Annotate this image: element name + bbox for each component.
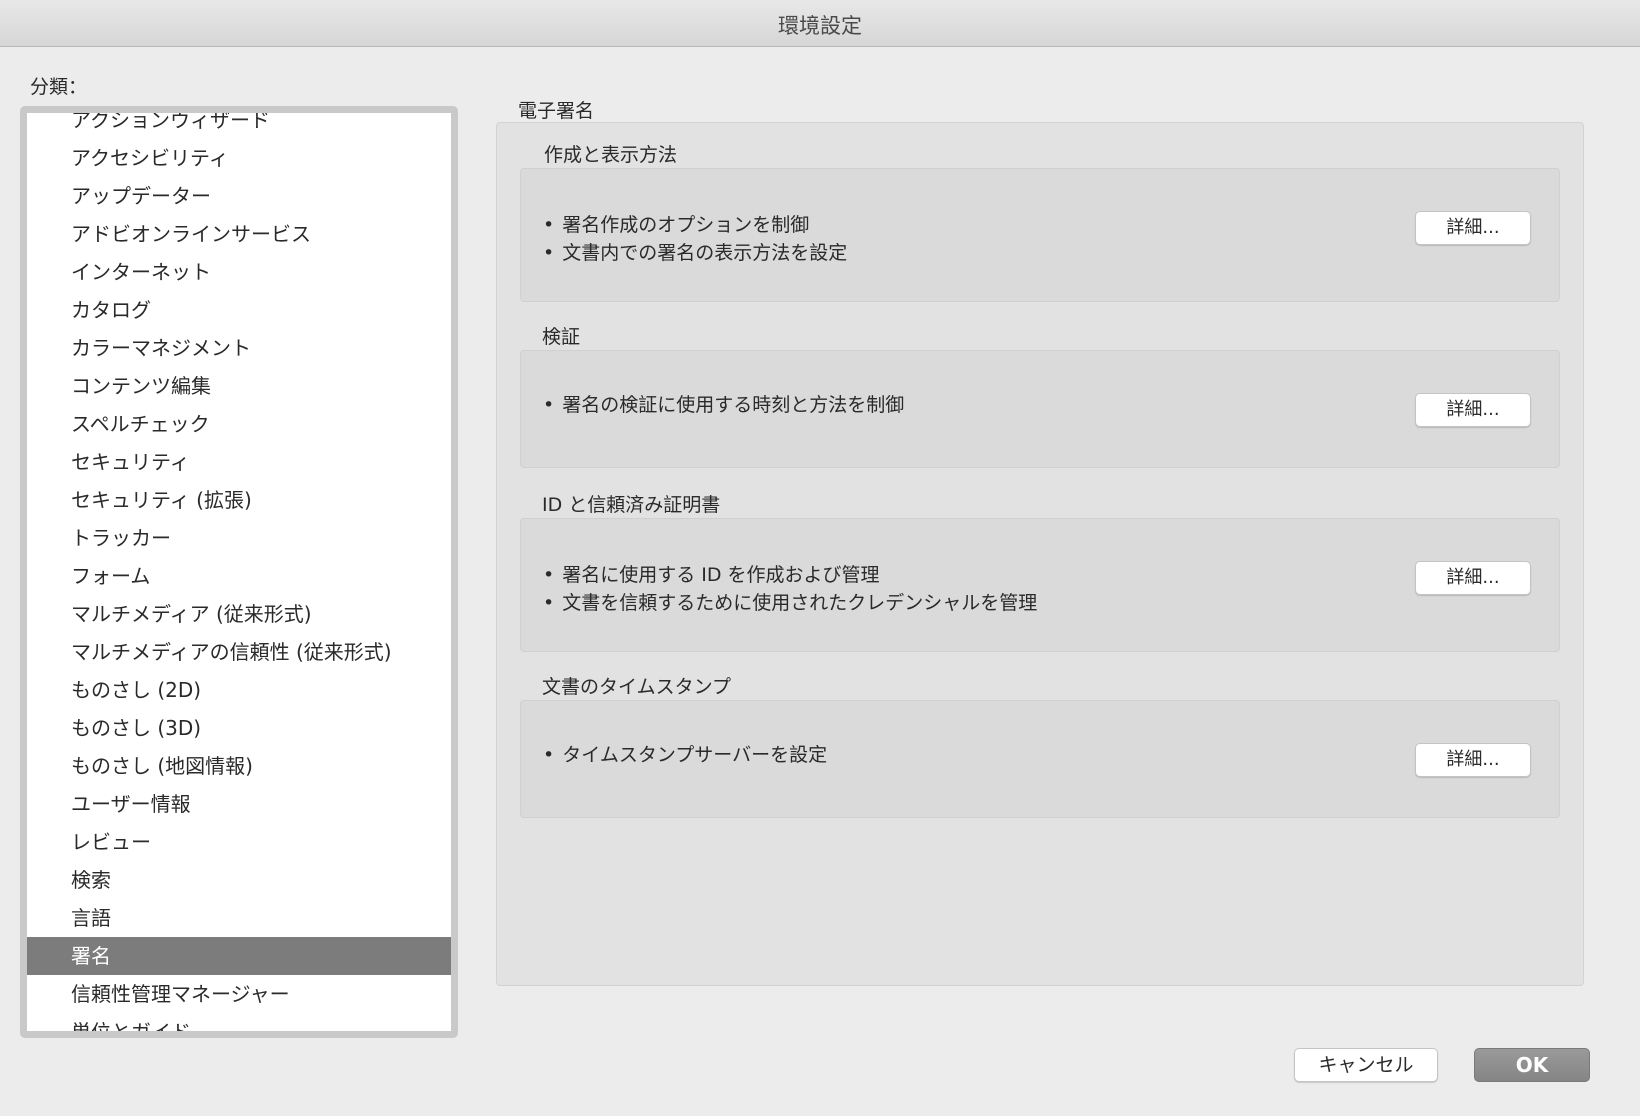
category-item[interactable]: トラッカー — [27, 519, 451, 557]
category-list-frame: アクションウィザード アクセシビリティ アップデーター アドビオンラインサービス… — [20, 106, 458, 1038]
cancel-button[interactable]: キャンセル — [1294, 1048, 1438, 1082]
category-item[interactable]: 言語 — [27, 899, 451, 937]
category-item[interactable]: マルチメディア (従来形式) — [27, 595, 451, 633]
category-item[interactable]: アップデーター — [27, 177, 451, 215]
category-label: 分類： — [30, 76, 88, 98]
bullet-item: • 署名に使用する ID を作成および管理 — [543, 564, 880, 586]
category-item[interactable]: ものさし (2D) — [27, 671, 451, 709]
bullet-item: • タイムスタンプサーバーを設定 — [543, 744, 828, 766]
category-item[interactable]: マルチメディアの信頼性 (従来形式) — [27, 633, 451, 671]
category-list-items: アクションウィザード アクセシビリティ アップデーター アドビオンラインサービス… — [27, 113, 451, 1031]
group-label: ID と信頼済み証明書 — [542, 494, 721, 516]
details-button[interactable]: 詳細... — [1415, 743, 1531, 777]
group-box: • 署名の検証に使用する時刻と方法を制御 詳細... — [520, 350, 1560, 468]
bullet-item: • 文書内での署名の表示方法を設定 — [543, 242, 848, 264]
category-item[interactable]: インターネット — [27, 253, 451, 291]
category-item[interactable]: カラーマネジメント — [27, 329, 451, 367]
details-button[interactable]: 詳細... — [1415, 561, 1531, 595]
details-button[interactable]: 詳細... — [1415, 393, 1531, 427]
category-item[interactable]: アドビオンラインサービス — [27, 215, 451, 253]
category-item[interactable]: ものさし (地図情報) — [27, 747, 451, 785]
bullet-text: 署名に使用する ID を作成および管理 — [562, 564, 880, 586]
bullet-text: タイムスタンプサーバーを設定 — [562, 744, 828, 766]
category-item[interactable]: ユーザー情報 — [27, 785, 451, 823]
group-label: 文書のタイムスタンプ — [542, 676, 732, 698]
bullet-item: • 署名作成のオプションを制御 — [543, 214, 810, 236]
category-item[interactable]: コンテンツ編集 — [27, 367, 451, 405]
category-item[interactable]: セキュリティ (拡張) — [27, 481, 451, 519]
category-item[interactable]: カタログ — [27, 291, 451, 329]
category-item[interactable]: ものさし (3D) — [27, 709, 451, 747]
category-item[interactable]: アクセシビリティ — [27, 139, 451, 177]
bullet-text: 署名の検証に使用する時刻と方法を制御 — [562, 394, 905, 416]
bullet-text: 文書を信頼するために使用されたクレデンシャルを管理 — [562, 592, 1038, 614]
bullet-list: • タイムスタンプサーバーを設定 — [543, 741, 827, 769]
category-item[interactable]: 単位とガイド — [27, 1013, 451, 1031]
bullet-text: 署名作成のオプションを制御 — [562, 214, 810, 236]
title-bar[interactable]: 環境設定 — [0, 0, 1640, 47]
panel-title: 電子署名 — [518, 100, 595, 122]
bullet-item: • 署名の検証に使用する時刻と方法を制御 — [543, 394, 905, 416]
category-item[interactable]: 信頼性管理マネージャー — [27, 975, 451, 1013]
group-box: • 署名作成のオプションを制御 • 文書内での署名の表示方法を設定 詳細... — [520, 168, 1560, 302]
bullet-text: 文書内での署名の表示方法を設定 — [562, 242, 848, 264]
window-title: 環境設定 — [778, 14, 862, 38]
group-box: • タイムスタンプサーバーを設定 詳細... — [520, 700, 1560, 818]
category-item[interactable]: セキュリティ — [27, 443, 451, 481]
details-button[interactable]: 詳細... — [1415, 211, 1531, 245]
group-box: • 署名に使用する ID を作成および管理 • 文書を信頼するために使用されたクレデ… — [520, 518, 1560, 652]
category-list[interactable]: アクションウィザード アクセシビリティ アップデーター アドビオンラインサービス… — [27, 113, 451, 1031]
bullet-list: • 署名に使用する ID を作成および管理 • 文書を信頼するために使用されたクレデ… — [543, 561, 1037, 617]
preferences-window: 環境設定 分類： アクションウィザード アクセシビリティ アップデーター アドビ… — [0, 0, 1640, 1116]
bullet-item: • 文書を信頼するために使用されたクレデンシャルを管理 — [543, 592, 1038, 614]
category-item[interactable]: 検索 — [27, 861, 451, 899]
category-item[interactable]: アクションウィザード — [27, 113, 451, 139]
category-item[interactable]: レビュー — [27, 823, 451, 861]
bullet-list: • 署名の検証に使用する時刻と方法を制御 — [543, 391, 904, 419]
group-label: 検証 — [542, 326, 581, 348]
category-item[interactable]: フォーム — [27, 557, 451, 595]
ok-button[interactable]: OK — [1474, 1048, 1590, 1082]
bullet-list: • 署名作成のオプションを制御 • 文書内での署名の表示方法を設定 — [543, 211, 847, 267]
group-label: 作成と表示方法 — [544, 144, 678, 166]
category-item[interactable]: スペルチェック — [27, 405, 451, 443]
category-item-selected[interactable]: 署名 — [27, 937, 451, 975]
